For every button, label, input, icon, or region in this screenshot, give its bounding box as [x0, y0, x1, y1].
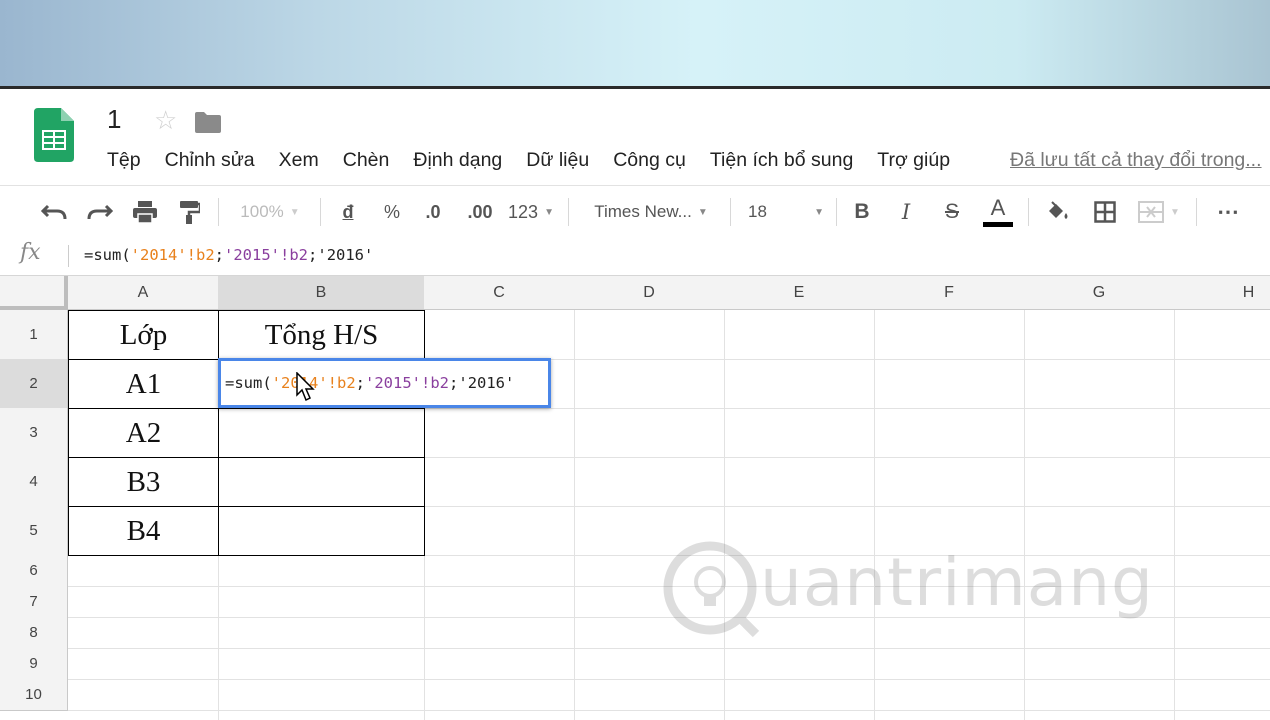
cell-editor-b2[interactable]: =sum('2014'!b2; '2015'!b2; '2016' [218, 358, 551, 408]
percent-format-button[interactable]: % [378, 186, 406, 238]
menu-insert[interactable]: Chèn [343, 146, 390, 176]
toolbar-separator [1196, 198, 1197, 226]
paint-format-icon[interactable] [172, 186, 206, 238]
watermark-text: uantrimang [760, 544, 1154, 621]
document-title[interactable]: 1 [107, 104, 121, 135]
menu-help[interactable]: Trợ giúp [877, 146, 950, 176]
grid-line [68, 679, 1270, 680]
formula-bar-divider [68, 245, 69, 267]
grid-line [874, 310, 875, 720]
cell-b4[interactable] [218, 457, 425, 507]
menu-bar: Tệp Chỉnh sửa Xem Chèn Định dạng Dữ liệu… [107, 146, 974, 176]
grid-line [724, 310, 725, 720]
column-header-c[interactable]: C [424, 276, 575, 310]
menu-format[interactable]: Định dạng [413, 146, 502, 176]
fx-icon: fx [20, 240, 41, 265]
column-header-b[interactable]: B [218, 276, 425, 310]
cell-a5[interactable]: B4 [68, 506, 219, 556]
zoom-select[interactable]: 100% ▼ [228, 186, 312, 238]
cell-b5[interactable] [218, 506, 425, 556]
grid-line [574, 310, 575, 720]
column-header-h[interactable]: H [1174, 276, 1270, 310]
toolbar-separator [730, 198, 731, 226]
desktop-background [0, 0, 1270, 86]
menu-data[interactable]: Dữ liệu [526, 146, 589, 176]
row-header-4[interactable]: 4 [0, 457, 68, 507]
mouse-cursor-icon [296, 372, 315, 402]
toolbar-separator [836, 198, 837, 226]
column-header-e[interactable]: E [724, 276, 875, 310]
fill-color-icon[interactable] [1040, 186, 1074, 238]
strikethrough-button[interactable]: S [938, 186, 966, 238]
bold-button[interactable]: B [848, 186, 876, 238]
row-header-7[interactable]: 7 [0, 586, 68, 618]
menu-edit[interactable]: Chỉnh sửa [165, 146, 255, 176]
grid-line [1174, 310, 1175, 720]
more-options-icon[interactable]: ⋯ [1210, 186, 1246, 238]
toolbar: 100% ▼ đ % .0 .00 123 ▼ Times New... ▼ 18 ▼ … [0, 185, 1270, 239]
menu-view[interactable]: Xem [279, 146, 319, 176]
italic-button[interactable]: I [892, 186, 920, 238]
grid-line [68, 648, 1270, 649]
font-family-select[interactable]: Times New... ▼ [584, 186, 718, 238]
watermark-logo: uantrimang [660, 538, 1160, 638]
column-header-a[interactable]: A [68, 276, 219, 310]
star-icon[interactable]: ☆ [154, 105, 177, 136]
cell-a1[interactable]: Lớp [68, 310, 219, 360]
currency-format-button[interactable]: đ [334, 186, 362, 238]
row-header-2[interactable]: 2 [0, 359, 68, 409]
menu-file[interactable]: Tệp [107, 146, 141, 176]
text-color-bar [983, 222, 1013, 227]
row-header-1[interactable]: 1 [0, 310, 68, 360]
formula-input[interactable]: =sum('2014'!b2;'2015'!b2;'2016' [84, 246, 373, 264]
menu-tools[interactable]: Công cụ [613, 146, 686, 176]
cell-a3[interactable]: A2 [68, 408, 219, 458]
row-header-9[interactable]: 9 [0, 648, 68, 680]
toolbar-separator [1028, 198, 1029, 226]
increase-decimals-button[interactable]: .00 [462, 186, 498, 238]
cell-b1[interactable]: Tổng H/S [218, 310, 425, 360]
row-header-6[interactable]: 6 [0, 555, 68, 587]
borders-icon[interactable] [1088, 186, 1122, 238]
print-icon[interactable] [127, 186, 163, 238]
undo-icon[interactable] [36, 186, 72, 238]
text-color-button[interactable]: A [980, 186, 1016, 238]
row-header-10[interactable]: 10 [0, 679, 68, 711]
cell-a2[interactable]: A1 [68, 359, 219, 409]
toolbar-separator [568, 198, 569, 226]
decrease-decimals-button[interactable]: .0 [418, 186, 448, 238]
font-size-select[interactable]: 18 ▼ [744, 186, 828, 238]
folder-icon[interactable] [195, 111, 221, 133]
menu-addons[interactable]: Tiện ích bổ sung [710, 146, 853, 176]
grid-line [68, 710, 1270, 711]
sheets-logo-icon[interactable] [34, 108, 74, 162]
column-header-d[interactable]: D [574, 276, 725, 310]
save-status-link[interactable]: Đã lưu tất cả thay đổi trong... [1010, 146, 1270, 174]
row-header-8[interactable]: 8 [0, 617, 68, 649]
row-header-5[interactable]: 5 [0, 506, 68, 556]
more-formats-button[interactable]: 123 ▼ [506, 186, 556, 238]
merge-cells-icon[interactable]: ▼ [1132, 186, 1186, 238]
column-header-g[interactable]: G [1024, 276, 1175, 310]
redo-icon[interactable] [82, 186, 118, 238]
column-header-f[interactable]: F [874, 276, 1025, 310]
row-header-3[interactable]: 3 [0, 408, 68, 458]
grid-line [1024, 310, 1025, 720]
toolbar-separator [218, 198, 219, 226]
select-all-corner[interactable] [0, 276, 68, 310]
toolbar-separator [320, 198, 321, 226]
cell-a4[interactable]: B3 [68, 457, 219, 507]
cell-b3[interactable] [218, 408, 425, 458]
